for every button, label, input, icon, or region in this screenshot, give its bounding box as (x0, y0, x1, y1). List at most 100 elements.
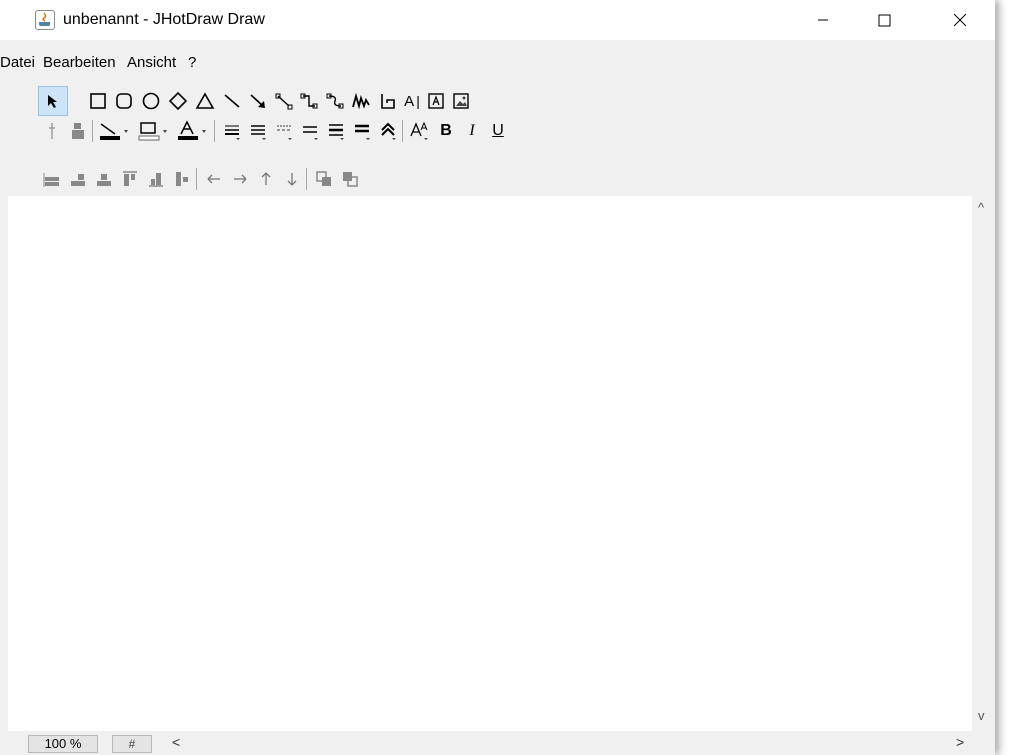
font-bold-button[interactable]: B (434, 119, 458, 143)
grid-toggle-button[interactable]: # (112, 735, 152, 753)
move-left-button[interactable] (202, 167, 226, 191)
ellipse-icon (142, 92, 160, 110)
stroke-width-button[interactable] (220, 119, 244, 143)
java-app-icon (35, 10, 55, 30)
align-middle-button[interactable] (144, 167, 168, 191)
align-right-icon (97, 174, 111, 186)
arrow-left-icon (207, 174, 220, 184)
zoom-level-button[interactable]: 100 % (28, 735, 98, 753)
status-bar: 100 % # < > (0, 731, 995, 755)
align-left-button[interactable] (40, 167, 64, 191)
arrow-up-icon (261, 172, 271, 185)
menu-bearbeiten[interactable]: Bearbeiten (43, 54, 116, 71)
connector-tool-button[interactable] (272, 89, 296, 113)
text-tool-button[interactable]: A | (400, 89, 424, 113)
menu-help[interactable]: ? (188, 54, 196, 71)
arrow-down-icon (287, 173, 297, 186)
arrow-pointer-icon (48, 95, 57, 108)
scroll-down-arrow[interactable]: v (978, 708, 985, 723)
align-right-button[interactable] (92, 167, 116, 191)
polygon-icon (381, 94, 395, 109)
triangle-tool-button[interactable] (193, 89, 217, 113)
font-face-icon (410, 121, 428, 140)
stroke-cap-icon (355, 124, 370, 140)
toolbar-separator (402, 120, 403, 142)
font-italic-button[interactable]: I (460, 119, 484, 143)
menu-datei[interactable]: Datei (0, 54, 35, 71)
text-tool-icon: A (404, 92, 415, 110)
move-up-button[interactable] (254, 167, 278, 191)
fill-color-button[interactable] (137, 119, 171, 143)
send-to-back-button[interactable] (338, 167, 362, 191)
stroke-join-icon (381, 122, 396, 140)
fill-color-icon (138, 122, 167, 141)
align-left-icon (43, 173, 59, 187)
stroke-type-button[interactable] (298, 119, 322, 143)
ellipse-tool-button[interactable] (139, 89, 163, 113)
stroke-width-icon (225, 125, 240, 140)
scribble-tool-button[interactable] (349, 89, 373, 113)
stroke-cap-button[interactable] (350, 119, 374, 143)
line-tool-button[interactable] (220, 89, 244, 113)
arrow-tool-button[interactable] (246, 89, 270, 113)
arrow-right-icon (234, 174, 247, 184)
attributes-toolbar: B I U (0, 116, 995, 146)
rectangle-tool-button[interactable] (86, 89, 110, 113)
stroke-dashes-button[interactable] (272, 119, 296, 143)
round-rectangle-icon (116, 93, 132, 109)
minimize-button[interactable] (800, 0, 846, 40)
toolbar-separator (306, 168, 307, 190)
drawing-canvas[interactable] (8, 196, 972, 731)
text-color-button[interactable] (176, 119, 210, 143)
maximize-button[interactable] (861, 0, 907, 40)
align-bottom-button[interactable] (170, 167, 194, 191)
line-icon (224, 94, 240, 108)
stroke-dashes-icon (277, 125, 292, 140)
scribble-icon (352, 92, 370, 110)
text-area-tool-button[interactable] (424, 89, 448, 113)
triangle-icon (195, 92, 215, 109)
vertical-scrollbar[interactable]: ^ v (972, 196, 995, 731)
align-bottom-icon (176, 172, 188, 186)
stroke-placement-button[interactable] (324, 119, 348, 143)
diamond-tool-button[interactable] (166, 89, 190, 113)
font-underline-button[interactable]: U (486, 119, 510, 143)
pick-attributes-button[interactable] (40, 119, 64, 143)
image-icon (453, 93, 469, 109)
scroll-left-arrow[interactable]: < (172, 734, 180, 750)
stroke-join-button[interactable] (376, 119, 400, 143)
align-center-icon (71, 174, 85, 186)
connector-icon (275, 93, 293, 110)
align-top-icon (123, 171, 137, 186)
menu-ansicht[interactable]: Ansicht (127, 54, 176, 71)
text-area-icon (428, 93, 444, 109)
polygon-tool-button[interactable] (375, 89, 399, 113)
align-center-button[interactable] (66, 167, 90, 191)
elbow-connector-tool-button[interactable] (297, 89, 321, 113)
image-tool-button[interactable] (449, 89, 473, 113)
bring-to-front-button[interactable] (312, 167, 336, 191)
stroke-color-button[interactable] (98, 119, 132, 143)
pipette-icon (49, 123, 55, 139)
window-title: unbenannt - JHotDraw Draw (63, 11, 265, 28)
apply-attributes-button[interactable] (66, 119, 90, 143)
stroke-color-icon (100, 123, 128, 140)
move-down-button[interactable] (280, 167, 304, 191)
arrow-line-icon (250, 94, 265, 108)
app-window: unbenannt - JHotDraw Draw Datei Bearbeit… (0, 0, 995, 755)
stroke-decoration-icon (251, 125, 266, 140)
align-top-button[interactable] (118, 167, 142, 191)
close-button[interactable] (938, 0, 984, 40)
curved-connector-tool-button[interactable] (323, 89, 347, 113)
round-rectangle-tool-button[interactable] (112, 89, 136, 113)
move-right-button[interactable] (228, 167, 252, 191)
paint-bucket-icon (72, 123, 84, 139)
toolbar-separator (92, 120, 93, 142)
font-face-button[interactable] (408, 119, 432, 143)
stroke-decoration-button[interactable] (246, 119, 270, 143)
scroll-right-arrow[interactable]: > (956, 734, 964, 750)
selection-tool-button[interactable] (38, 86, 68, 116)
scroll-up-arrow[interactable]: ^ (978, 200, 984, 215)
italic-icon: I (469, 122, 475, 139)
send-to-back-icon (343, 172, 358, 187)
